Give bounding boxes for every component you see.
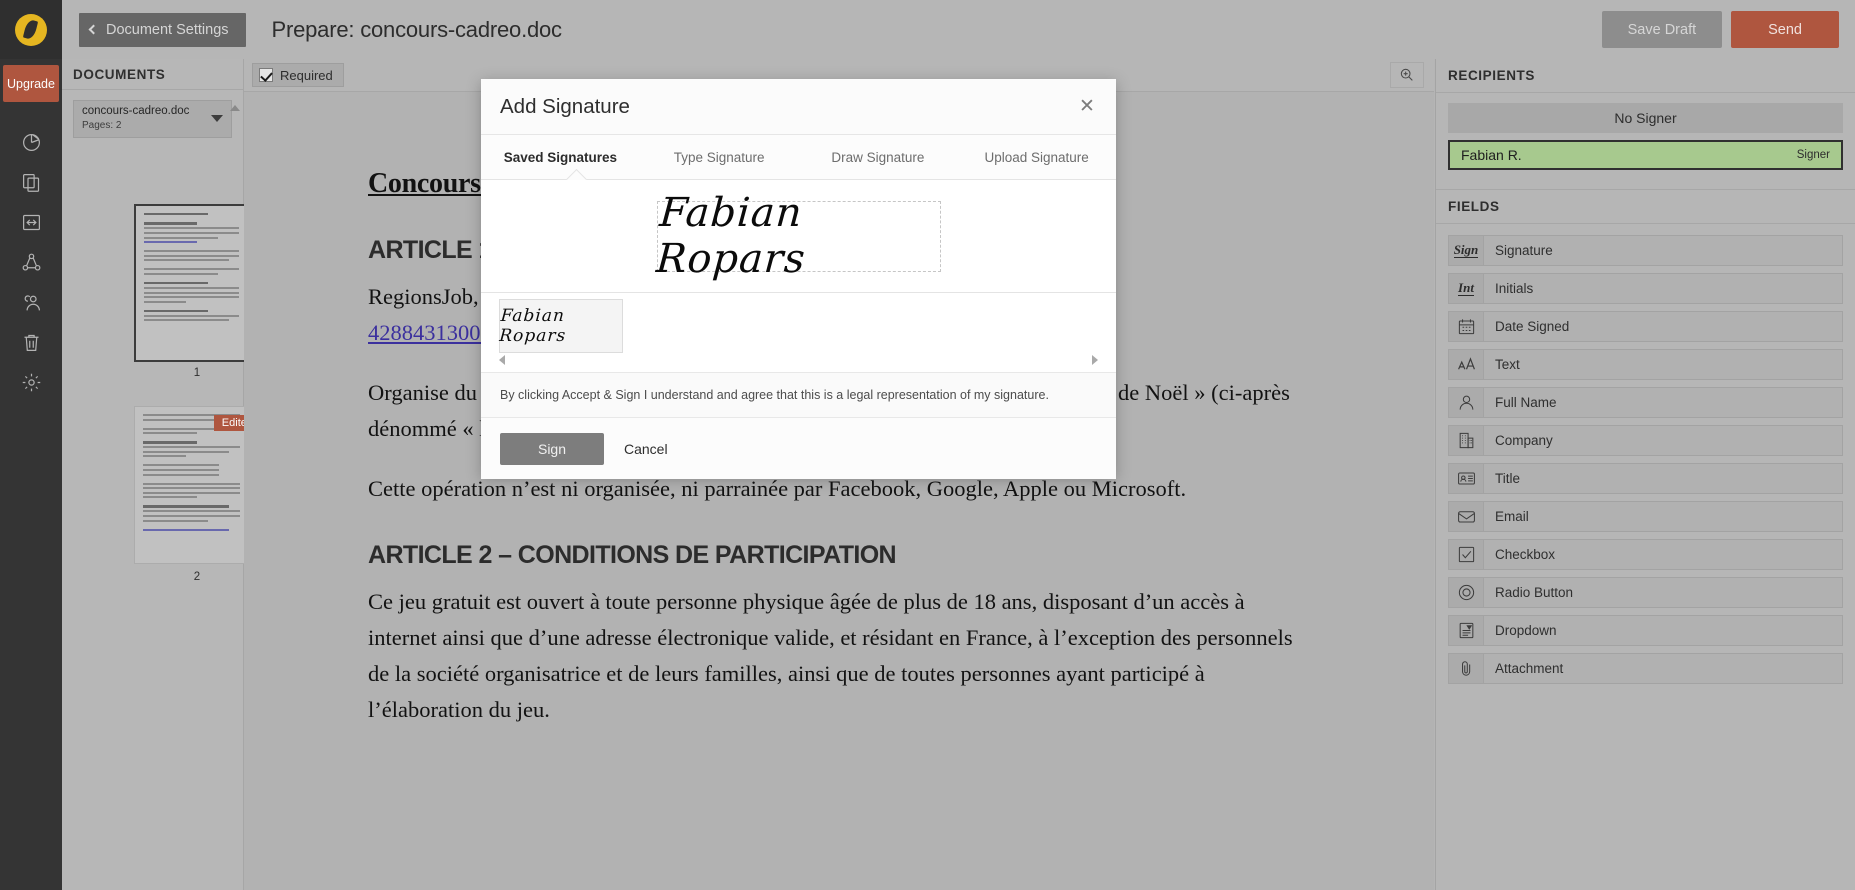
signature-tabs: Saved Signatures Type Signature Draw Sig… xyxy=(481,135,1116,191)
sign-button[interactable]: Sign xyxy=(500,432,604,465)
modal-header: Add Signature ✕ xyxy=(481,79,1116,135)
add-signature-modal: Add Signature ✕ Saved Signatures Type Si… xyxy=(481,79,1116,479)
tab-draw-signature[interactable]: Draw Signature xyxy=(799,150,958,165)
legal-disclaimer: By clicking Accept & Sign I understand a… xyxy=(481,372,1116,417)
saved-signatures-scrollbar[interactable] xyxy=(499,354,1098,366)
signature-preview-area: Fabian Ropars xyxy=(481,180,1116,292)
tab-type-signature[interactable]: Type Signature xyxy=(640,150,799,165)
saved-signature-text: Fabian Ropars xyxy=(498,306,567,346)
saved-signature-item[interactable]: Fabian Ropars xyxy=(499,299,623,353)
app-root: Document Settings Prepare: concours-cadr… xyxy=(0,0,1855,890)
scroll-left-arrow-icon[interactable] xyxy=(499,355,505,365)
signature-preview-text: Fabian Ropars xyxy=(654,190,807,282)
modal-footer: Sign Cancel xyxy=(481,417,1116,479)
scroll-right-arrow-icon[interactable] xyxy=(1092,355,1098,365)
cancel-button[interactable]: Cancel xyxy=(618,441,674,457)
close-icon[interactable]: ✕ xyxy=(1074,94,1100,120)
signature-preview-box: Fabian Ropars xyxy=(654,190,941,282)
tab-upload-signature[interactable]: Upload Signature xyxy=(957,150,1116,165)
saved-signatures-strip: Fabian Ropars xyxy=(481,292,1116,372)
tab-saved-signatures[interactable]: Saved Signatures xyxy=(481,150,640,165)
modal-title: Add Signature xyxy=(500,94,630,118)
